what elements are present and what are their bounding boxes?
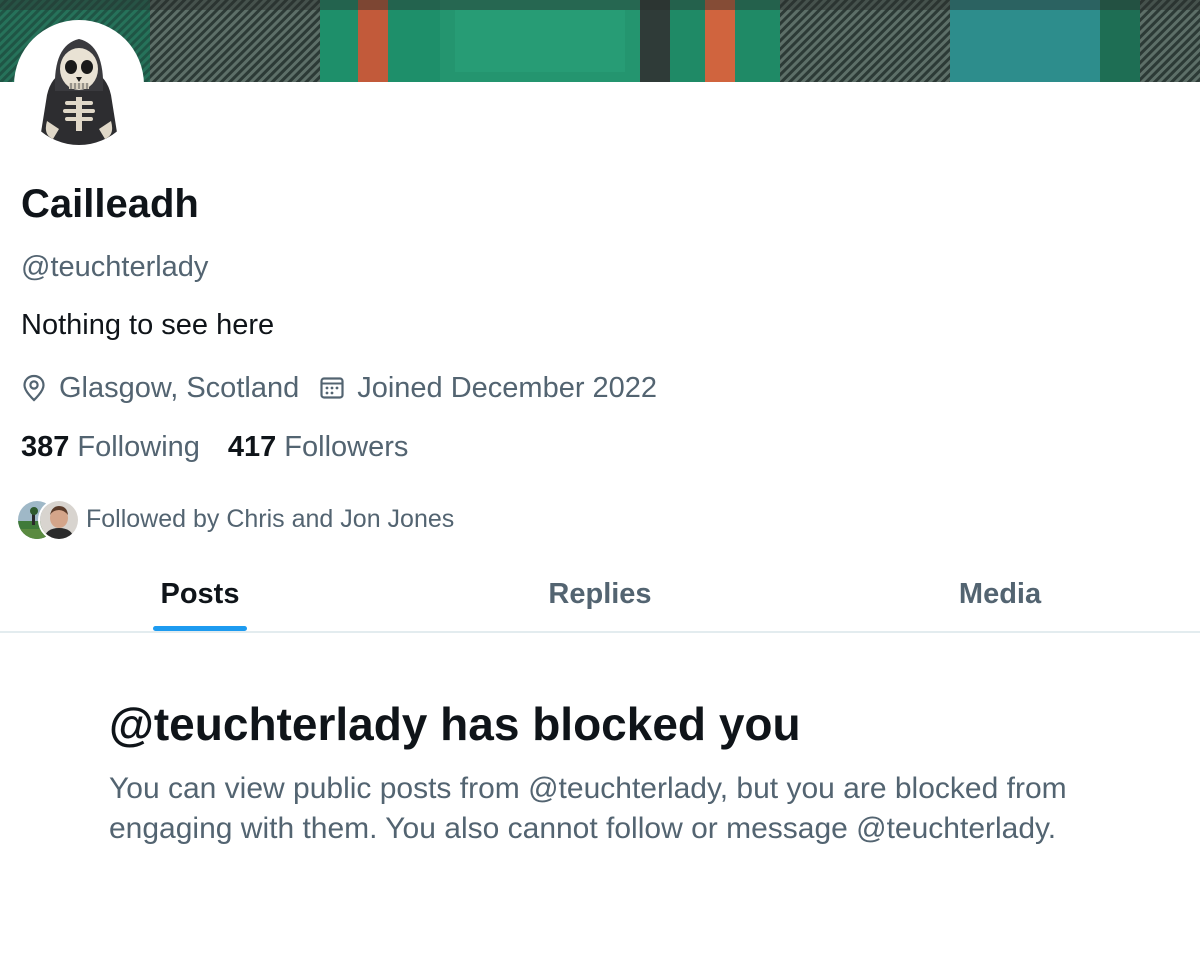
blocked-message: You can view public posts from @teuchter… xyxy=(109,772,1067,845)
tab-label: Media xyxy=(958,578,1042,610)
blocked-title: @teuchterlady has blocked you xyxy=(109,698,801,750)
tab-posts[interactable]: Posts xyxy=(0,560,400,631)
avatar-frame[interactable] xyxy=(14,20,144,150)
avatar[interactable] xyxy=(19,25,139,145)
profile-tabs: Posts Replies Media xyxy=(0,560,1200,633)
profile-bio: Nothing to see here xyxy=(21,309,275,341)
followers-count: 417 xyxy=(227,430,277,463)
profile-meta: Glasgow, Scotland Joined December 2022 xyxy=(21,367,657,409)
profile-joined-date: Joined December 2022 xyxy=(357,371,658,404)
followed-by-text: Followed by Chris and Jon Jones xyxy=(86,504,455,533)
tab-media[interactable]: Media xyxy=(800,560,1200,631)
profile-counts: 387 Following 417 Followers xyxy=(21,427,408,467)
following-count: 387 xyxy=(21,430,70,463)
tab-label: Posts xyxy=(160,578,240,610)
user-handle: @teuchterlady xyxy=(21,251,209,283)
followers-label: Followers xyxy=(284,430,409,463)
profile-location: Glasgow, Scotland xyxy=(59,371,300,404)
follower-avatar xyxy=(38,499,80,541)
display-name: Cailleadh xyxy=(21,182,199,226)
tab-replies[interactable]: Replies xyxy=(400,560,800,631)
map-pin-icon xyxy=(21,374,47,402)
profile-banner[interactable] xyxy=(0,0,1200,82)
active-tab-indicator xyxy=(153,626,247,631)
followed-by-link[interactable]: Followed by Chris and Jon Jones xyxy=(16,497,454,541)
calendar-icon xyxy=(319,375,345,401)
tab-label: Replies xyxy=(548,578,652,610)
followers-link[interactable]: 417 Followers xyxy=(228,431,408,464)
followed-by-avatars xyxy=(16,498,80,541)
following-label: Following xyxy=(77,430,200,463)
following-link[interactable]: 387 Following xyxy=(21,431,200,464)
